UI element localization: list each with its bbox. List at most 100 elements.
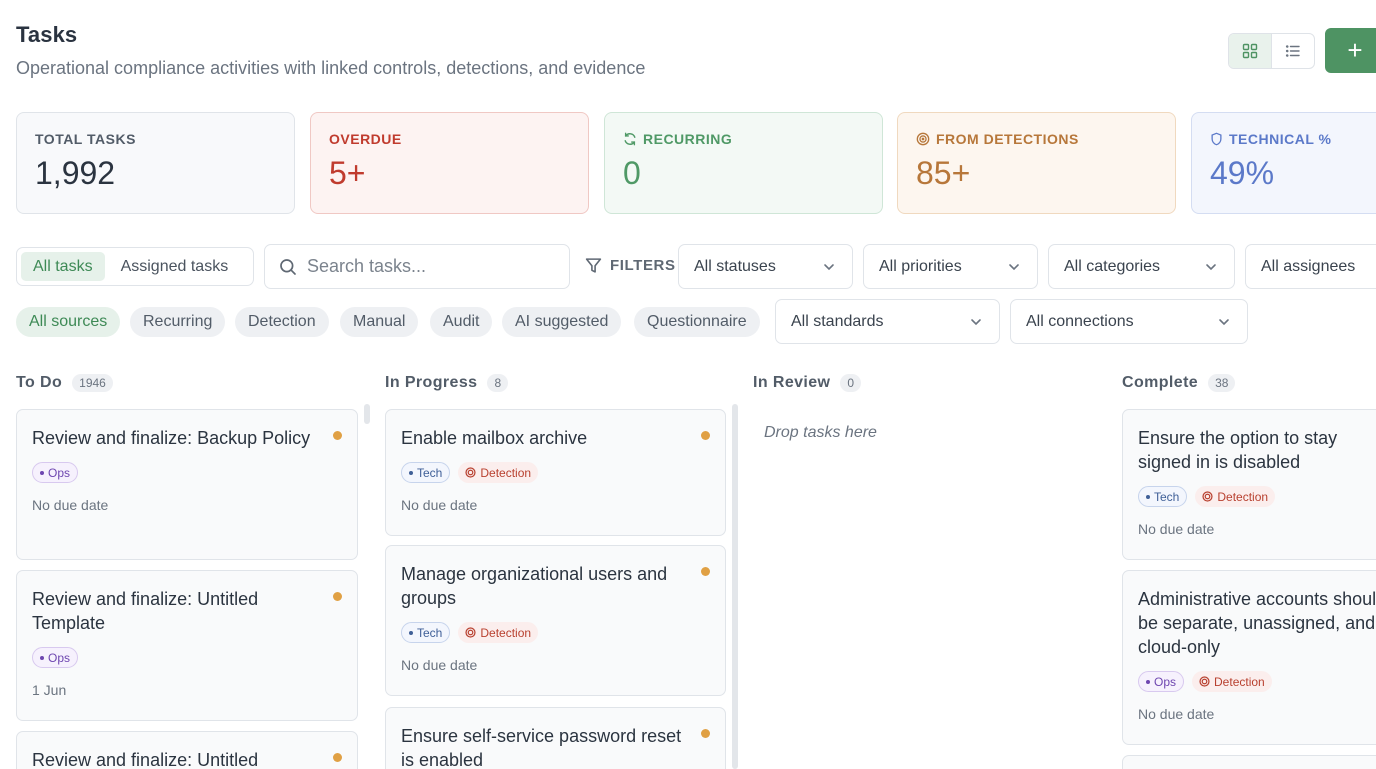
column-count: 1946	[72, 374, 113, 392]
connections-select[interactable]: All connections	[1010, 299, 1248, 344]
stat-recurring: RECURRING 0	[604, 112, 883, 214]
category-select[interactable]: All categories	[1048, 244, 1235, 289]
task-card[interactable]: Review and finalize: Untitled Template O…	[16, 570, 358, 721]
filters-label: FILTERS	[585, 257, 676, 274]
tag-detection: Detection	[458, 622, 539, 643]
priority-select[interactable]: All priorities	[863, 244, 1038, 289]
source-chip-questionnaire[interactable]: Questionnaire	[634, 307, 760, 337]
priority-dot	[701, 567, 710, 576]
assignee-select[interactable]: All assignees	[1245, 244, 1376, 289]
task-card[interactable]: Manage organizational users and groups T…	[385, 545, 726, 696]
source-chip-detection[interactable]: Detection	[235, 307, 329, 337]
chevron-down-icon	[971, 318, 981, 325]
in-progress-scrollbar[interactable]	[732, 404, 738, 769]
column-header-in-progress: In Progress 8	[385, 374, 509, 392]
due-date: 1 Jun	[32, 682, 67, 698]
shield-icon	[1211, 132, 1222, 146]
tag-tech: Tech	[401, 462, 451, 483]
column-count: 38	[1208, 374, 1236, 392]
task-title: Review and finalize: Untitled Template	[32, 589, 259, 633]
refresh-icon	[624, 132, 636, 146]
page-title: Tasks	[16, 22, 78, 47]
radar-icon	[465, 467, 476, 478]
standards-select[interactable]: All standards	[775, 299, 1000, 344]
search-box	[264, 244, 570, 289]
tag-tech: Tech	[1138, 486, 1188, 507]
due-date: No due date	[1138, 706, 1215, 722]
priority-dot	[333, 431, 342, 440]
todo-scrollbar[interactable]	[364, 404, 370, 424]
category-select-value: All categories	[1064, 257, 1161, 275]
due-date: No due date	[401, 497, 478, 513]
stat-overdue: OVERDUE 5+	[310, 112, 589, 214]
stat-technical-percent: TECHNICAL % 49%	[1191, 112, 1376, 214]
task-card[interactable]	[1122, 755, 1376, 769]
tag-detection: Detection	[1192, 671, 1272, 692]
task-card[interactable]: Enable mailbox archive Tech Detection No…	[385, 409, 726, 536]
priority-select-value: All priorities	[879, 257, 962, 275]
source-chip-recurring[interactable]: Recurring	[130, 307, 226, 337]
page-header: Tasks Operational compliance activities …	[16, 22, 645, 79]
task-card[interactable]: Ensure the option to stay signed in is d…	[1122, 409, 1376, 560]
priority-dot	[333, 753, 342, 762]
source-chip-ai-suggested[interactable]: AI suggested	[502, 307, 622, 337]
task-title: Review and finalize: Untitled	[32, 750, 259, 769]
add-task-button[interactable]: +	[1325, 28, 1376, 73]
stat-label: FROM DETECTIONS	[936, 131, 1079, 147]
column-count: 0	[840, 374, 862, 392]
tag-detection: Detection	[458, 462, 539, 483]
drop-zone-in-review[interactable]: Drop tasks here	[764, 424, 877, 442]
task-card[interactable]: Administrative accounts should be separa…	[1122, 570, 1376, 745]
tag-tech: Tech	[401, 622, 451, 643]
filter-icon	[585, 258, 602, 273]
list-icon	[1285, 45, 1300, 57]
column-header-complete: Complete 38	[1122, 374, 1236, 392]
chevron-down-icon	[1206, 263, 1216, 270]
source-chip-audit[interactable]: Audit	[430, 307, 493, 337]
column-count: 8	[487, 374, 509, 392]
chevron-down-icon	[824, 263, 834, 270]
board-view-button[interactable]	[1229, 34, 1272, 68]
stat-total-tasks: TOTAL TASKS 1,992	[16, 112, 295, 214]
source-chip-manual[interactable]: Manual	[340, 307, 419, 337]
list-view-button[interactable]	[1272, 34, 1315, 68]
task-title: Ensure the option to stay signed in is d…	[1138, 428, 1338, 472]
column-title: To Do	[16, 374, 63, 391]
tag-ops: Ops	[32, 647, 79, 668]
task-card[interactable]: Review and finalize: Untitled	[16, 731, 358, 769]
stat-value: 85+	[916, 155, 971, 191]
search-input[interactable]	[307, 256, 547, 277]
due-date: No due date	[32, 497, 109, 513]
source-chip-all[interactable]: All sources	[16, 307, 121, 337]
task-card[interactable]: Review and finalize: Backup Policy Ops N…	[16, 409, 358, 560]
column-header-in-review: In Review 0	[753, 374, 862, 392]
stat-value: 49%	[1210, 155, 1275, 191]
due-date: No due date	[1138, 521, 1215, 537]
view-toggle	[1228, 33, 1315, 69]
tab-assigned-tasks[interactable]: Assigned tasks	[109, 252, 241, 281]
assignee-select-value: All assignees	[1261, 257, 1356, 275]
task-title: Administrative accounts should be separa…	[1138, 589, 1376, 657]
radar-icon	[465, 627, 476, 638]
stat-label: OVERDUE	[329, 131, 402, 147]
chevron-down-icon	[1219, 318, 1229, 325]
chevron-down-icon	[1009, 263, 1019, 270]
search-icon	[280, 258, 296, 275]
page-subtitle: Operational compliance activities with l…	[16, 58, 646, 78]
status-select[interactable]: All statuses	[678, 244, 853, 289]
radar-icon	[1199, 676, 1210, 687]
tab-all-tasks[interactable]: All tasks	[21, 252, 105, 281]
stat-label: RECURRING	[643, 131, 733, 147]
stat-value: 5+	[329, 155, 366, 191]
radar-icon	[1202, 491, 1213, 502]
task-card[interactable]: Ensure self-service password reset is en…	[385, 707, 726, 769]
due-date: No due date	[401, 657, 478, 673]
stat-from-detections: FROM DETECTIONS 85+	[897, 112, 1176, 214]
task-title: Enable mailbox archive	[401, 428, 588, 448]
tag-ops: Ops	[32, 462, 79, 483]
priority-dot	[701, 431, 710, 440]
stat-value: 0	[623, 155, 641, 191]
stat-label: TECHNICAL %	[1229, 131, 1332, 147]
column-title: In Review	[753, 374, 831, 391]
plus-icon: +	[1347, 35, 1363, 65]
